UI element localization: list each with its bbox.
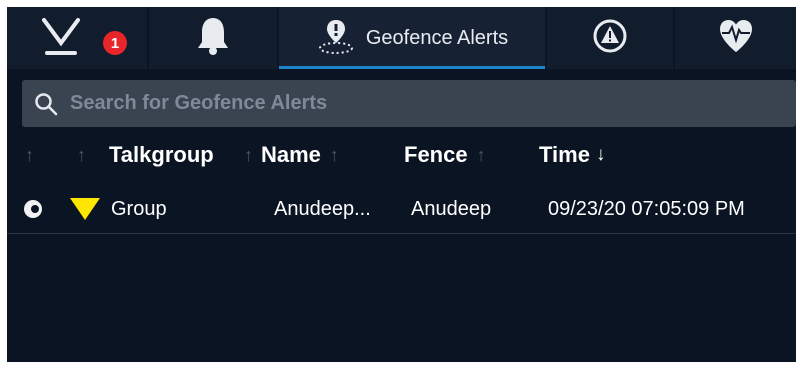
type-cell <box>69 185 101 233</box>
column-header-talkgroup-label: Talkgroup <box>109 142 214 167</box>
bell-icon <box>196 16 230 61</box>
geofence-alerts-panel: 1 Geofence Alerts Search for Geofence Al… <box>7 7 796 362</box>
tab-status-messages[interactable] <box>675 7 796 69</box>
sort-up-icon: ↑ <box>244 144 253 165</box>
search-bar <box>22 80 796 127</box>
status-cell <box>22 185 44 233</box>
table-header: ↑ ↑ Talkgroup ↑ Name ↑ Fence ↑ Time ↓ <box>7 135 796 175</box>
sort-down-icon: ↓ <box>595 144 606 165</box>
presence-icon <box>41 15 81 64</box>
tab-presence[interactable]: 1 <box>7 7 147 69</box>
column-header-fence[interactable]: Fence ↑ <box>404 135 486 175</box>
sort-up-icon: ↑ <box>476 144 486 165</box>
table-row[interactable]: Group Anudeep... Anudeep 09/23/20 07:05:… <box>7 185 796 234</box>
column-header-time-label: Time <box>539 142 590 167</box>
tab-geofence-alerts[interactable]: Geofence Alerts <box>279 7 545 69</box>
time-cell: 09/23/20 07:05:09 PM <box>548 197 745 220</box>
tab-geofence-alerts-label: Geofence Alerts <box>365 26 509 49</box>
geofence-pin-icon <box>316 16 356 61</box>
name-cell: Anudeep... <box>274 197 371 220</box>
direction-triangle-icon <box>70 198 100 220</box>
column-header-name-label: Name <box>261 142 321 167</box>
record-dot-icon <box>24 200 42 218</box>
tab-bar: 1 Geofence Alerts <box>7 7 796 69</box>
sort-up-icon: ↑ <box>77 144 86 165</box>
column-header-type[interactable]: ↑ <box>77 135 86 175</box>
fence-cell: Anudeep <box>411 197 492 220</box>
unread-count-badge: 1 <box>103 31 127 55</box>
column-header-fence-label: Fence <box>404 142 468 167</box>
column-header-status[interactable]: ↑ <box>25 135 34 175</box>
column-header-time[interactable]: Time ↓ <box>539 135 605 175</box>
search-icon <box>35 92 58 115</box>
search-input[interactable] <box>68 82 796 125</box>
column-header-name[interactable]: ↑ Name ↑ <box>244 135 339 175</box>
tab-emergency-alerts[interactable] <box>547 7 673 69</box>
column-header-talkgroup[interactable]: Talkgroup <box>109 135 214 175</box>
talkgroup-cell: Group <box>111 197 167 220</box>
tab-notifications[interactable] <box>149 7 277 69</box>
heartbeat-icon <box>716 16 756 61</box>
warning-triangle-icon <box>592 18 628 59</box>
sort-up-icon: ↑ <box>25 144 34 165</box>
sort-up-icon: ↑ <box>329 144 339 165</box>
